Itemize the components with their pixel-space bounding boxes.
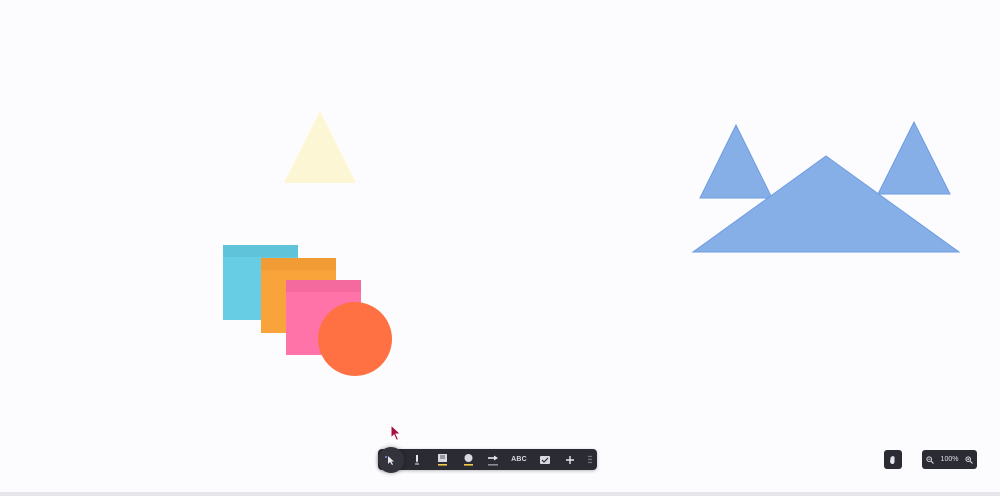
whiteboard-canvas[interactable]	[0, 0, 1000, 492]
zoom-out-icon	[926, 455, 934, 464]
sticky-note-icon	[437, 454, 447, 466]
creation-toolbar: ABC	[378, 449, 597, 470]
pan-hand-button[interactable]	[884, 450, 902, 469]
circle-shape-icon	[463, 454, 473, 466]
hand-icon	[890, 455, 895, 464]
more-tools-handle[interactable]	[585, 449, 595, 470]
zoom-level[interactable]: 100%	[941, 456, 959, 463]
zoom-out-button[interactable]	[926, 455, 934, 464]
select-pointer-icon	[385, 456, 394, 465]
template-tool[interactable]	[538, 449, 552, 470]
zoom-control: 100%	[922, 450, 977, 469]
add-tool[interactable]	[563, 449, 577, 470]
shape-tool[interactable]	[461, 449, 475, 470]
yellow-triangle-shape[interactable]	[284, 111, 356, 183]
blue-triangle-small-right[interactable]	[877, 120, 951, 195]
plus-icon	[566, 455, 574, 464]
text-tool-label: ABC	[511, 456, 527, 463]
zoom-in-button[interactable]	[965, 455, 973, 464]
bottom-border	[0, 492, 1000, 496]
sticky-note-tool[interactable]	[435, 449, 449, 470]
template-icon	[540, 455, 550, 464]
connector-tool[interactable]	[486, 449, 500, 470]
pen-tool[interactable]	[412, 449, 422, 470]
text-tool[interactable]: ABC	[510, 449, 528, 470]
grip-dots-icon	[588, 455, 592, 464]
select-tool[interactable]	[378, 447, 404, 473]
pen-icon	[415, 455, 419, 465]
arrow-icon	[488, 455, 498, 466]
orange-circle-shape[interactable]	[318, 302, 392, 376]
zoom-in-icon	[965, 455, 973, 464]
blue-triangle-small-left[interactable]	[699, 123, 773, 199]
mouse-cursor-icon	[390, 424, 402, 442]
